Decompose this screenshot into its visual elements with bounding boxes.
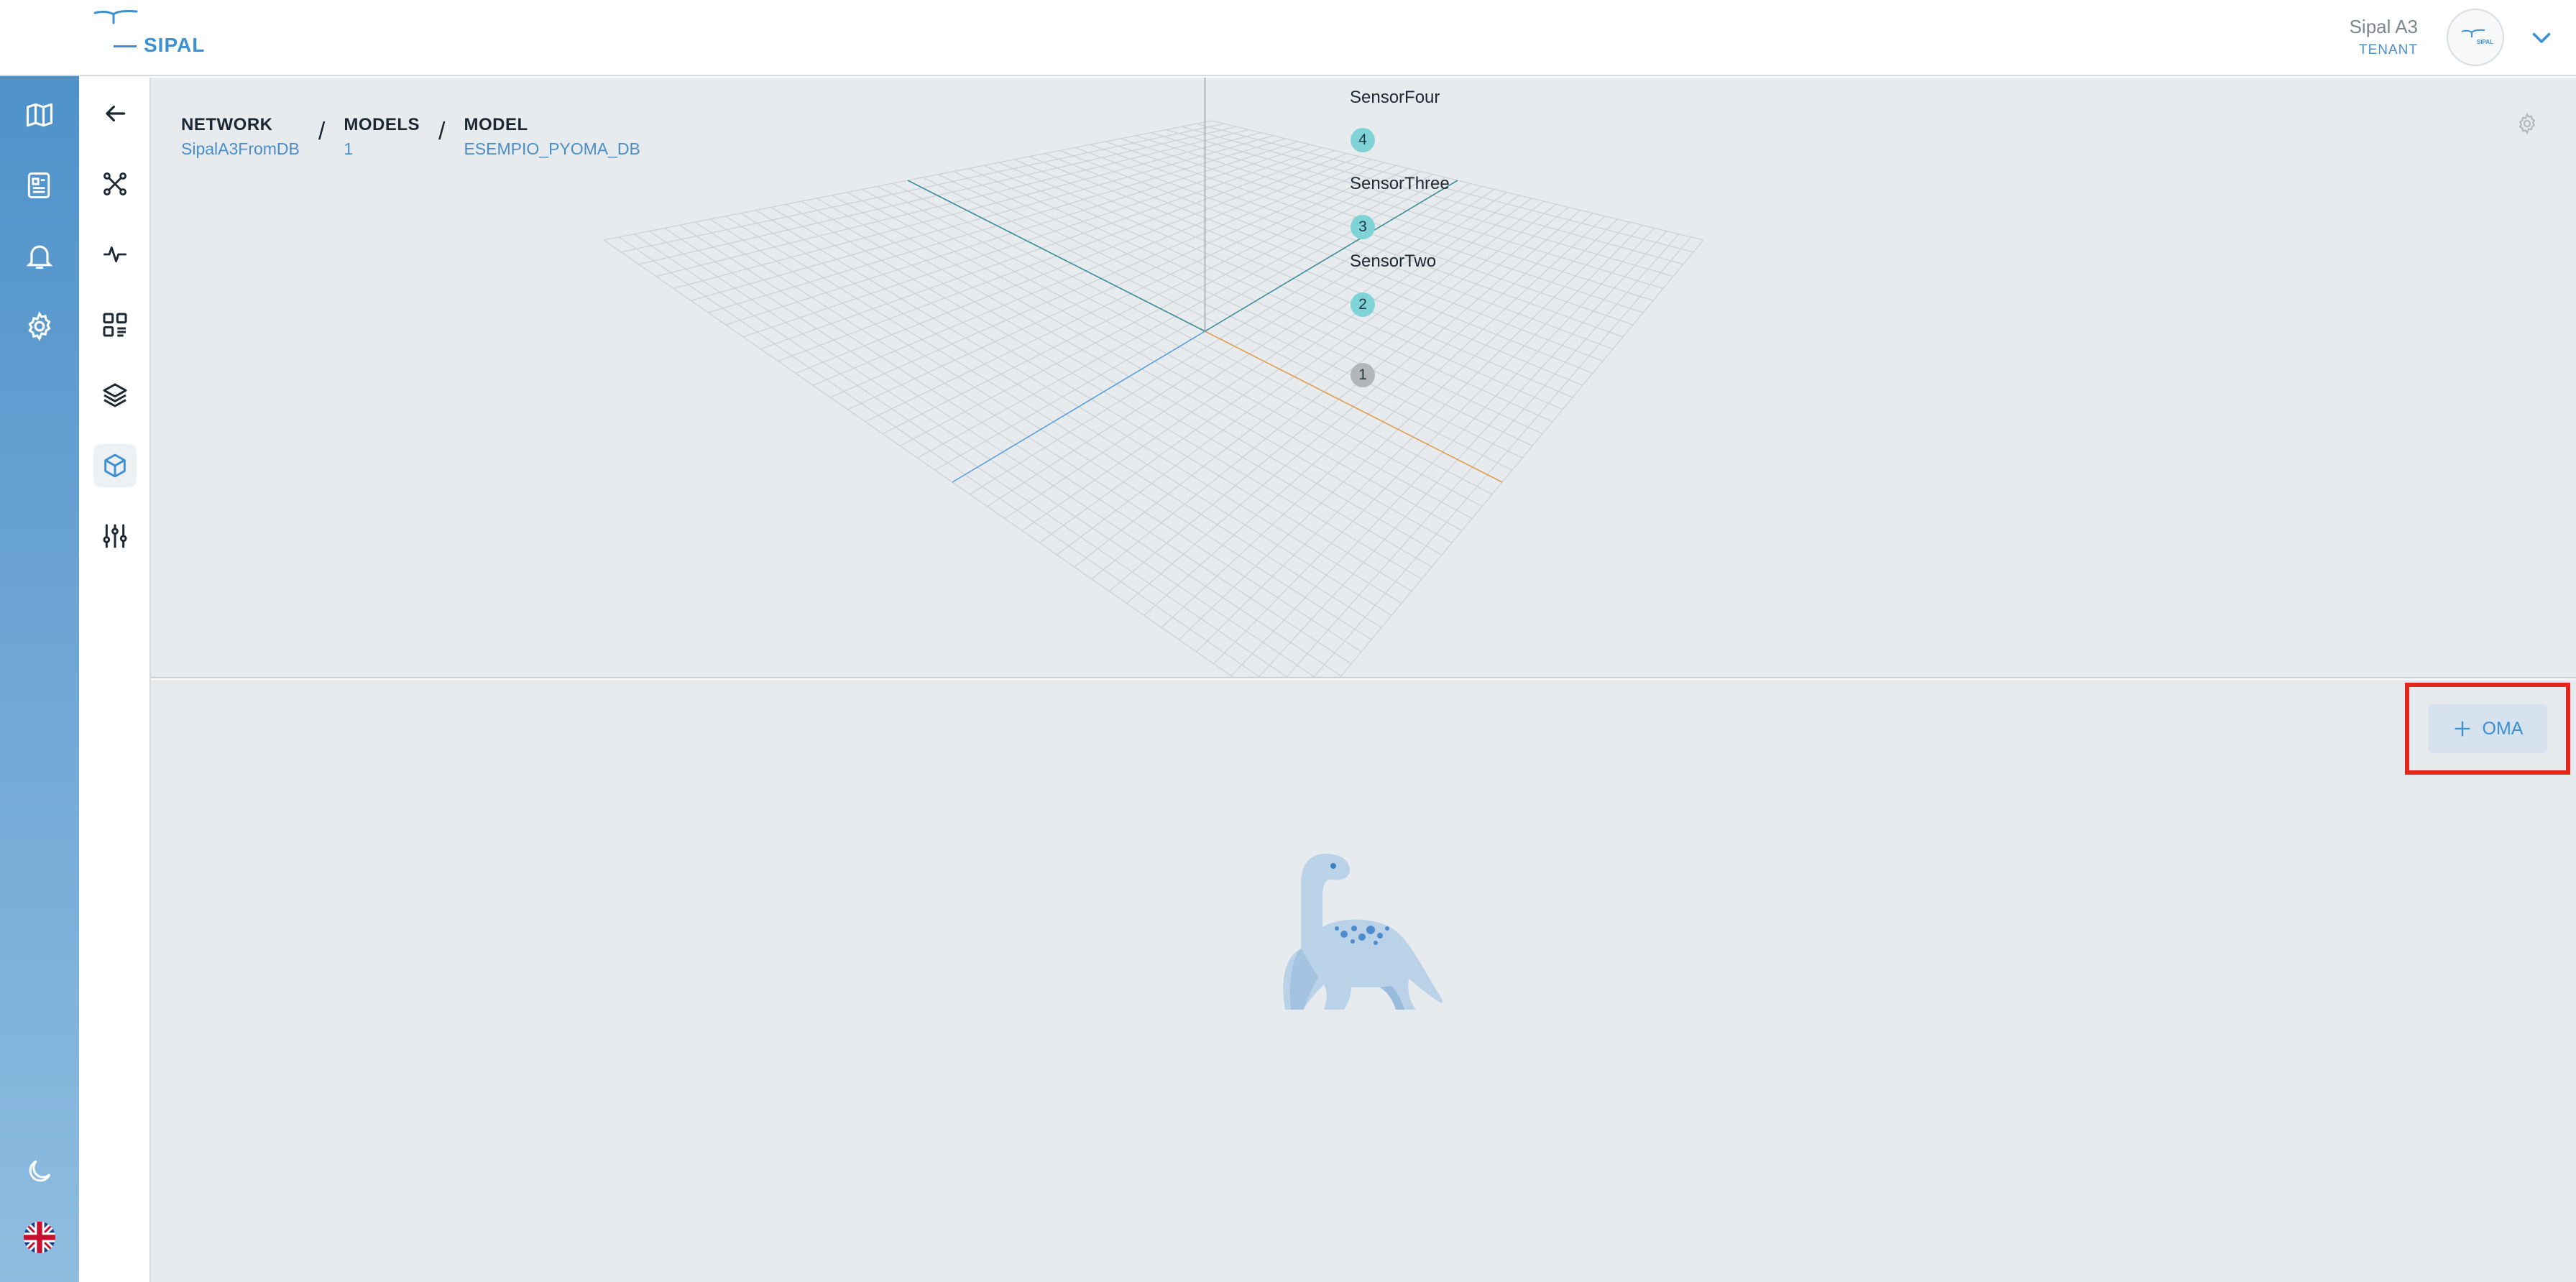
breadcrumb-models[interactable]: MODELS 1 [344,115,420,159]
sipal-logo[interactable]: SIPAL [92,7,207,57]
bell-icon[interactable] [21,237,58,275]
sensor-node[interactable]: 1 [1351,363,1375,387]
logo-text: SIPAL [144,34,206,56]
axis-line [907,180,1205,332]
breadcrumb-network[interactable]: NETWORK SipalA3FromDB [181,115,300,159]
sensor-label: SensorTwo [1350,252,1437,271]
axis-line [952,331,1205,483]
sensor-node[interactable]: 2 [1351,292,1375,317]
map-icon[interactable] [21,96,58,134]
plus-icon [2455,721,2470,737]
sensor-node[interactable]: 4 [1351,128,1375,152]
gear-icon[interactable] [21,308,58,345]
breadcrumb-title: NETWORK [181,115,273,134]
sensor-id: 3 [1358,218,1367,235]
dinosaur-illustration [1272,834,1445,1013]
breadcrumb-value[interactable]: SipalA3FromDB [181,139,300,159]
sensor-id: 2 [1358,296,1367,313]
breadcrumb-separator: / [438,118,446,145]
pulse-icon[interactable] [93,233,137,276]
sensor-label: SensorThree [1350,174,1450,193]
breadcrumb-title: MODELS [344,115,420,134]
app-rail [0,0,79,1282]
chevron-down-icon[interactable] [2529,24,2554,50]
dashboard-icon[interactable] [93,303,137,346]
sliders-icon[interactable] [93,515,137,558]
add-oma-label: OMA [2482,718,2524,739]
uk-flag-icon[interactable] [24,1222,55,1253]
user-role: TENANT [2359,42,2418,57]
report-icon[interactable] [21,167,58,204]
viewer-settings-gear-icon[interactable] [2516,112,2542,138]
layers-icon[interactable] [93,374,137,417]
sensor-id: 1 [1358,366,1367,383]
breadcrumb-model[interactable]: MODEL ESEMPIO_PYOMA_DB [464,115,640,159]
breadcrumb-value[interactable]: 1 [344,139,420,159]
add-oma-button[interactable]: OMA [2428,704,2547,753]
user-info[interactable]: Sipal A3 TENANT [2350,16,2418,58]
avatar-text: SIPAL [2477,39,2493,45]
grid-line [1258,231,1668,677]
breadcrumb-value[interactable]: ESEMPIO_PYOMA_DB [464,139,640,159]
breadcrumb-separator: / [318,118,326,145]
moon-icon[interactable] [21,1153,58,1190]
breadcrumb-title: MODEL [464,115,528,134]
sensor-node[interactable]: 3 [1351,215,1375,239]
network-icon[interactable] [93,162,137,206]
sensor-label: SensorFour [1350,88,1440,107]
cube-icon[interactable] [93,444,137,487]
model-sidebar [79,78,151,1282]
axis-line [1205,331,1503,483]
sensor-id: 4 [1358,132,1367,148]
top-bar: SIPAL Sipal A3 TENANT SIPAL [0,0,2576,76]
grid-line [649,230,1316,677]
avatar[interactable]: SIPAL [2447,9,2504,66]
back-arrow-icon[interactable] [93,92,137,135]
breadcrumb: NETWORK SipalA3FromDB / MODELS 1 / MODEL… [181,115,640,159]
user-name: Sipal A3 [2349,16,2418,37]
model-3d-viewer[interactable]: NETWORK SipalA3FromDB / MODELS 1 / MODEL… [151,78,2576,678]
grid-line [603,239,1234,677]
